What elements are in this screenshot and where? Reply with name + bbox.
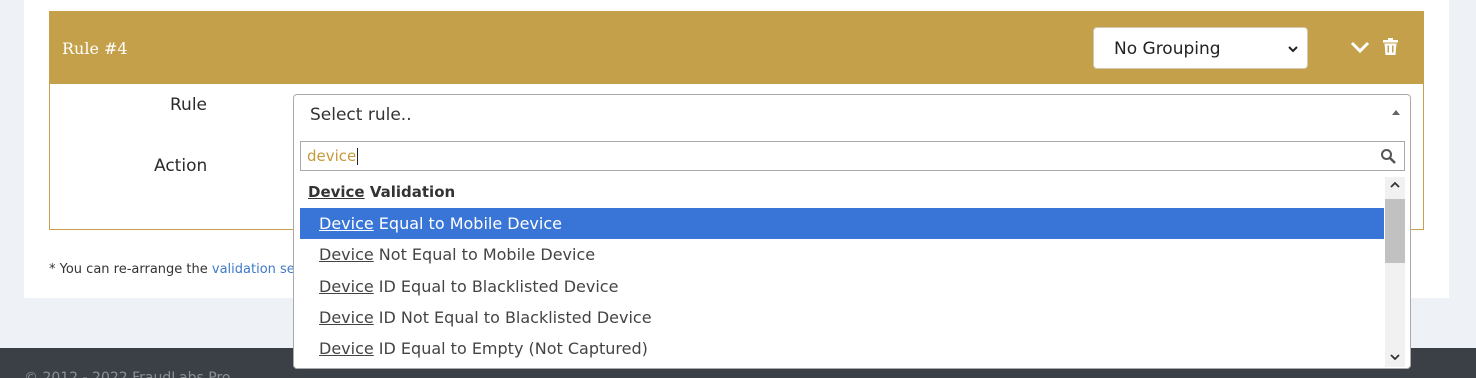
rule-search-value: device [307, 147, 359, 165]
option-rest-text: ID Equal to Blacklisted Device [373, 277, 619, 296]
action-label: Action [154, 156, 208, 176]
rule-select[interactable]: Select rule.. device Device Validation D… [293, 94, 1411, 369]
options-scrollbar[interactable] [1385, 177, 1405, 367]
collapse-chevron-icon[interactable] [1350, 40, 1370, 54]
grouping-select[interactable]: No Grouping [1093, 27, 1308, 69]
trash-icon[interactable] [1383, 38, 1398, 55]
option-device-not-equal-mobile[interactable]: Device Not Equal to Mobile Device [300, 239, 1384, 270]
rule-label: Rule [170, 95, 208, 115]
group-rest-text: Validation [364, 183, 456, 201]
option-group-label: Device Validation [308, 183, 455, 201]
option-match-text: Device [319, 308, 374, 327]
scroll-up-icon[interactable] [1390, 181, 1400, 189]
option-device-id-equal-empty[interactable]: Device ID Equal to Empty (Not Captured) [300, 333, 1384, 364]
rearrange-note: * You can re-arrange the validation sequ [49, 262, 311, 277]
chevron-down-icon [1288, 46, 1298, 53]
group-match-text: Device [308, 183, 365, 201]
rule-options-list: Device Validation Device Equal to Mobile… [300, 177, 1384, 367]
option-rest-text: Equal to Mobile Device [373, 214, 562, 233]
rule-header: Rule #4 No Grouping [50, 12, 1423, 84]
option-device-equal-mobile[interactable]: Device Equal to Mobile Device [300, 208, 1384, 239]
option-match-text: Device [319, 245, 374, 264]
option-device-id-not-equal-blacklisted[interactable]: Device ID Not Equal to Blacklisted Devic… [300, 302, 1384, 333]
option-device-id-equal-blacklisted[interactable]: Device ID Equal to Blacklisted Device [300, 271, 1384, 302]
option-match-text: Device [319, 214, 374, 233]
scroll-down-icon[interactable] [1390, 353, 1400, 361]
caret-up-icon [1392, 110, 1400, 115]
copyright-text: © 2012 - 2022 FraudLabs Pro [24, 370, 231, 378]
scrollbar-thumb[interactable] [1385, 199, 1405, 263]
rule-search-input[interactable]: device [300, 141, 1405, 171]
search-icon [1381, 149, 1396, 164]
note-text: * You can re-arrange the [49, 262, 212, 277]
option-match-text: Device [319, 277, 374, 296]
option-rest-text: ID Not Equal to Blacklisted Device [373, 308, 652, 327]
option-rest-text: ID Equal to Empty (Not Captured) [373, 339, 648, 358]
option-match-text: Device [319, 339, 374, 358]
grouping-select-value: No Grouping [1114, 39, 1221, 59]
option-rest-text: Not Equal to Mobile Device [373, 245, 596, 264]
rule-title: Rule #4 [62, 39, 128, 58]
rule-select-placeholder: Select rule.. [310, 105, 412, 125]
